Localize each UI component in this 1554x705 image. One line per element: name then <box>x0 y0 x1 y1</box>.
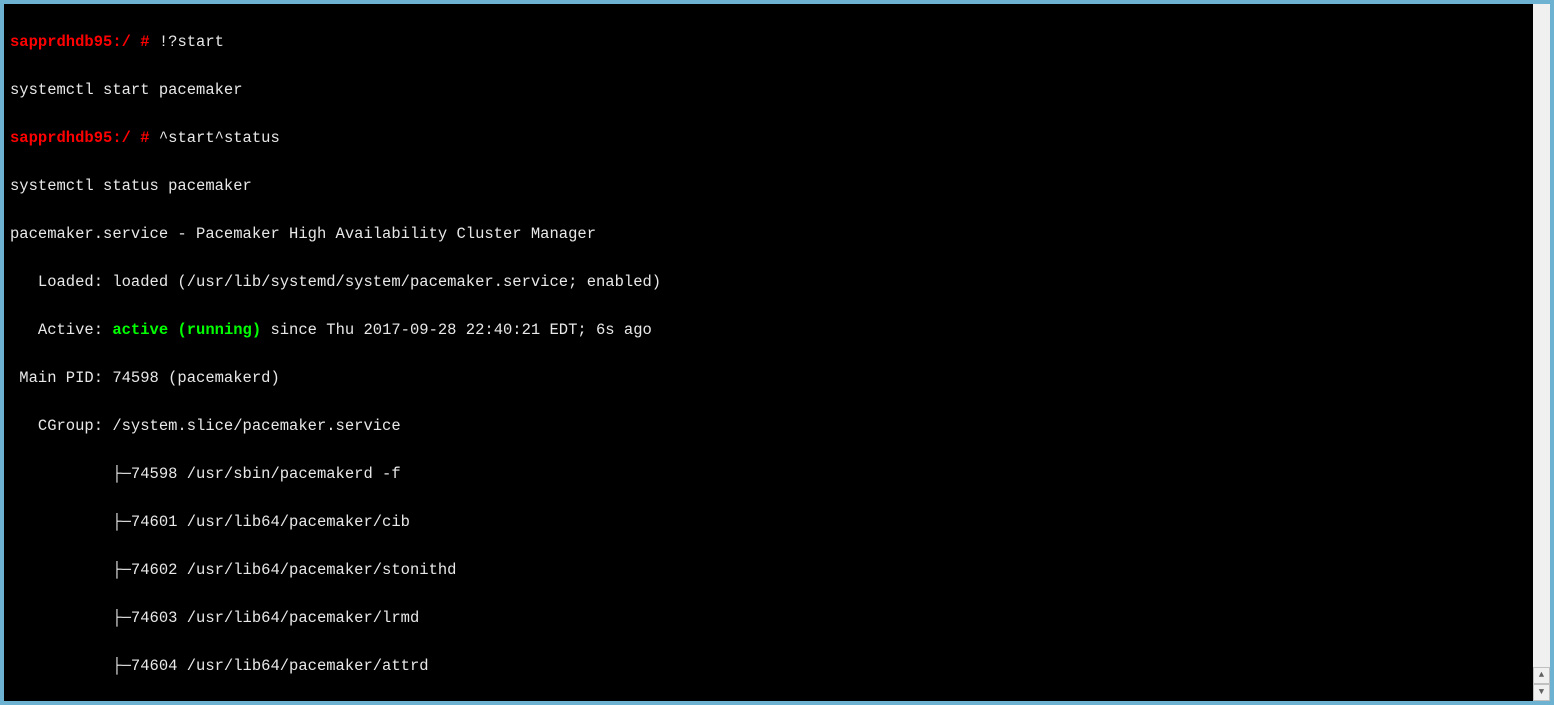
cmd2-input: ^start^status <box>159 129 280 147</box>
status-loaded: Loaded: loaded (/usr/lib/systemd/system/… <box>10 270 1526 294</box>
proc-line: ├─74601 /usr/lib64/pacemaker/cib <box>10 510 1526 534</box>
scrollbar-down-button[interactable]: ▼ <box>1533 684 1550 701</box>
status-header: pacemaker.service - Pacemaker High Avail… <box>10 222 1526 246</box>
prompt-path: :/ <box>112 33 131 51</box>
proc-line: ├─74604 /usr/lib64/pacemaker/attrd <box>10 654 1526 678</box>
status-active-prefix: Active: <box>10 321 112 339</box>
proc-line: ├─74602 /usr/lib64/pacemaker/stonithd <box>10 558 1526 582</box>
cmd2-expanded: systemctl status pacemaker <box>10 174 1526 198</box>
prompt-host: sapprdhdb95 <box>10 129 112 147</box>
prompt-line-1: sapprdhdb95:/ # !?start <box>10 30 1526 54</box>
status-active-status: active (running) <box>112 321 261 339</box>
status-mainpid: Main PID: 74598 (pacemakerd) <box>10 366 1526 390</box>
scrollbar-up-button[interactable]: ▲ <box>1533 667 1550 684</box>
prompt-host: sapprdhdb95 <box>10 33 112 51</box>
status-cgroup: CGroup: /system.slice/pacemaker.service <box>10 414 1526 438</box>
cmd1-input: !?start <box>159 33 224 51</box>
proc-line: ├─74603 /usr/lib64/pacemaker/lrmd <box>10 606 1526 630</box>
scrollbar-track[interactable] <box>1533 4 1550 667</box>
prompt-path: :/ <box>112 129 131 147</box>
prompt-line-2: sapprdhdb95:/ # ^start^status <box>10 126 1526 150</box>
status-active-suffix: since Thu 2017-09-28 22:40:21 EDT; 6s ag… <box>261 321 652 339</box>
status-active-line: Active: active (running) since Thu 2017-… <box>10 318 1526 342</box>
vertical-scrollbar[interactable]: ▲ ▼ <box>1533 4 1550 701</box>
cmd1-expanded: systemctl start pacemaker <box>10 78 1526 102</box>
prompt-hash: # <box>131 33 159 51</box>
proc-line: ├─74598 /usr/sbin/pacemakerd -f <box>10 462 1526 486</box>
terminal-content[interactable]: sapprdhdb95:/ # !?start systemctl start … <box>4 4 1532 701</box>
terminal-window: sapprdhdb95:/ # !?start systemctl start … <box>4 4 1550 701</box>
prompt-hash: # <box>131 129 159 147</box>
